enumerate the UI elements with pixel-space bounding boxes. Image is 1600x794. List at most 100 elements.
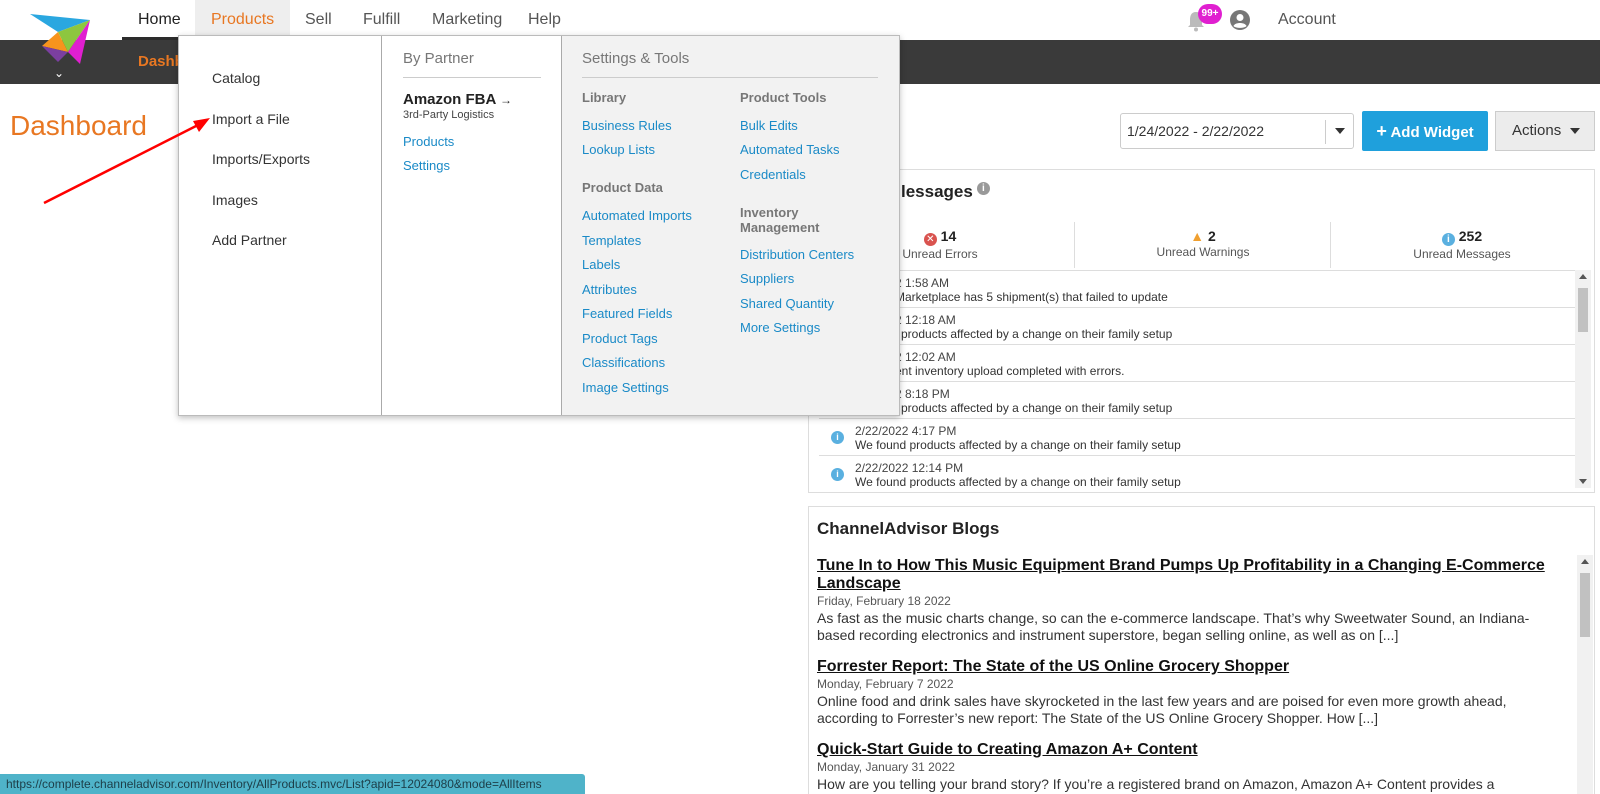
- blog-excerpt: As fast as the music charts change, so c…: [817, 610, 1530, 643]
- date-range-select[interactable]: 1/24/2022 - 2/22/2022: [1120, 113, 1354, 149]
- link-automated-tasks[interactable]: Automated Tasks: [740, 142, 839, 157]
- blog-excerpt: Online food and drink sales have skyrock…: [817, 693, 1507, 726]
- link-automated-imports[interactable]: Automated Imports: [582, 208, 692, 223]
- blog-title-link[interactable]: Tune In to How This Music Equipment Bran…: [817, 557, 1557, 593]
- blogs-panel: ChannelAdvisor Blogs Tune In to How This…: [808, 506, 1595, 794]
- tab-dashboard[interactable]: Dashb: [138, 40, 184, 84]
- settings-tools-header: Settings & Tools: [582, 50, 690, 67]
- partner-settings-link[interactable]: Settings: [403, 158, 450, 173]
- notification-badge[interactable]: 99+: [1198, 4, 1222, 24]
- link-product-tags[interactable]: Product Tags: [582, 331, 658, 346]
- message-text: l products affected by a change on their…: [895, 327, 1173, 341]
- scroll-down-icon[interactable]: [1579, 479, 1587, 484]
- nav-home[interactable]: Home: [122, 0, 197, 40]
- link-business-rules[interactable]: Business Rules: [582, 118, 672, 133]
- blog-date: Friday, February 18 2022: [817, 594, 951, 608]
- message-row[interactable]: 2 12:18 AM l products affected by a chang…: [819, 308, 1575, 345]
- link-templates[interactable]: Templates: [582, 233, 641, 248]
- actions-button[interactable]: Actions: [1495, 111, 1595, 151]
- menu-item-import-a-file[interactable]: Import a File: [212, 111, 290, 127]
- message-row[interactable]: 2 12:02 AM ent inventory upload completed…: [819, 345, 1575, 382]
- messages-scrollbar[interactable]: [1575, 270, 1591, 488]
- chevron-down-icon[interactable]: ⌄: [54, 66, 64, 80]
- messages-count: 252: [1458, 228, 1483, 244]
- by-partner-header: By Partner: [403, 50, 474, 67]
- message-text: We found products affected by a change o…: [855, 475, 1181, 488]
- blog-item: Forrester Report: The State of the US On…: [817, 658, 1557, 727]
- menu-item-catalog[interactable]: Catalog: [212, 70, 260, 86]
- nav-help[interactable]: Help: [512, 0, 577, 40]
- link-credentials[interactable]: Credentials: [740, 167, 806, 182]
- message-stats: ✕ 14 Unread Errors ▲ 2 Unread Warnings i…: [809, 220, 1594, 270]
- message-row[interactable]: i 2/22/2022 12:14 PM We found products aff…: [819, 456, 1575, 488]
- messages-label: Unread Messages: [1413, 247, 1511, 261]
- blog-title-link[interactable]: Forrester Report: The State of the US On…: [817, 658, 1557, 676]
- message-time: 2/22/2022 12:14 PM: [855, 461, 964, 475]
- warnings-label: Unread Warnings: [1156, 245, 1250, 259]
- link-labels[interactable]: Labels: [582, 257, 620, 272]
- divider: [403, 77, 541, 78]
- partner-amazon-fba[interactable]: Amazon FBA →: [403, 91, 512, 108]
- link-suppliers[interactable]: Suppliers: [740, 271, 794, 286]
- info-icon[interactable]: i: [976, 182, 990, 195]
- link-featured-fields[interactable]: Featured Fields: [582, 306, 672, 321]
- channeladvisor-logo[interactable]: [28, 12, 94, 66]
- link-classifications[interactable]: Classifications: [582, 355, 665, 370]
- product-tools-header: Product Tools: [740, 90, 827, 105]
- partner-subtitle: 3rd-Party Logistics: [403, 109, 495, 121]
- blog-date: Monday, January 31 2022: [817, 760, 955, 774]
- blogs-scrollbar[interactable]: [1577, 555, 1593, 794]
- nav-sell[interactable]: Sell: [289, 0, 348, 40]
- message-row[interactable]: i 2/22/2022 4:17 PM We found products affe…: [819, 419, 1575, 456]
- divider: [582, 77, 878, 78]
- partner-products-link[interactable]: Products: [403, 134, 454, 149]
- products-menu-main: Catalog Import a File Imports/Exports Im…: [179, 36, 382, 415]
- link-lookup-lists[interactable]: Lookup Lists: [582, 142, 655, 157]
- user-avatar-icon[interactable]: [1230, 10, 1250, 30]
- inventory-management-header: Inventory Management: [740, 205, 819, 235]
- message-time: 2 12:18 AM: [895, 313, 956, 327]
- scroll-thumb[interactable]: [1580, 573, 1590, 637]
- products-dropdown-menu: Catalog Import a File Imports/Exports Im…: [178, 35, 900, 416]
- nav-marketing[interactable]: Marketing: [416, 0, 518, 40]
- link-attributes[interactable]: Attributes: [582, 282, 637, 297]
- menu-item-imports-exports[interactable]: Imports/Exports: [212, 151, 310, 167]
- messages-panel-title: lessages i: [901, 182, 990, 202]
- top-nav: ⌄ Home Products Sell Fulfill Marketing H…: [0, 0, 1600, 80]
- add-widget-button[interactable]: + Add Widget: [1362, 111, 1488, 151]
- blog-excerpt: How are you telling your brand story? If…: [817, 776, 1495, 792]
- message-row[interactable]: 2 8:18 PM l products affected by a change…: [819, 382, 1575, 419]
- link-image-settings[interactable]: Image Settings: [582, 380, 669, 395]
- scroll-up-icon[interactable]: [1581, 559, 1589, 564]
- scroll-up-icon[interactable]: [1579, 274, 1587, 279]
- message-time: 2/22/2022 4:17 PM: [855, 424, 957, 438]
- blog-item: Quick-Start Guide to Creating Amazon A+ …: [817, 741, 1557, 793]
- inventory-header-line2: Management: [740, 220, 820, 235]
- by-partner-column: By Partner Amazon FBA → 3rd-Party Logist…: [382, 36, 562, 415]
- link-shared-quantity[interactable]: Shared Quantity: [740, 296, 834, 311]
- library-header: Library: [582, 90, 627, 105]
- caret-down-icon: [1335, 128, 1345, 134]
- link-more-settings[interactable]: More Settings: [740, 320, 820, 335]
- info-icon: i: [1441, 233, 1455, 246]
- nav-products[interactable]: Products: [195, 0, 291, 40]
- message-row[interactable]: 2 1:58 AM Marketplace has 5 shipment(s) t…: [819, 271, 1575, 308]
- nav-fulfill[interactable]: Fulfill: [347, 0, 416, 40]
- blog-title-link[interactable]: Quick-Start Guide to Creating Amazon A+ …: [817, 741, 1557, 759]
- menu-item-images[interactable]: Images: [212, 192, 258, 208]
- error-icon: ✕: [923, 233, 937, 246]
- scroll-thumb[interactable]: [1578, 288, 1588, 332]
- message-text: We found products affected by a change o…: [855, 438, 1181, 452]
- page-title: Dashboard: [10, 110, 147, 141]
- account-menu[interactable]: Account: [1278, 0, 1336, 40]
- message-text: Marketplace has 5 shipment(s) that faile…: [895, 290, 1168, 304]
- message-list: 2 1:58 AM Marketplace has 5 shipment(s) t…: [819, 270, 1575, 488]
- stat-messages[interactable]: i 252 Unread Messages: [1331, 220, 1593, 270]
- status-bar-url: https://complete.channeladvisor.com/Inve…: [0, 774, 585, 794]
- link-bulk-edits[interactable]: Bulk Edits: [740, 118, 798, 133]
- info-icon: i: [831, 431, 844, 444]
- stat-warnings[interactable]: ▲ 2 Unread Warnings: [1075, 220, 1331, 270]
- settings-tools-column: Settings & Tools Library Business Rules …: [562, 36, 899, 415]
- link-distribution-centers[interactable]: Distribution Centers: [740, 247, 854, 262]
- menu-item-add-partner[interactable]: Add Partner: [212, 232, 287, 248]
